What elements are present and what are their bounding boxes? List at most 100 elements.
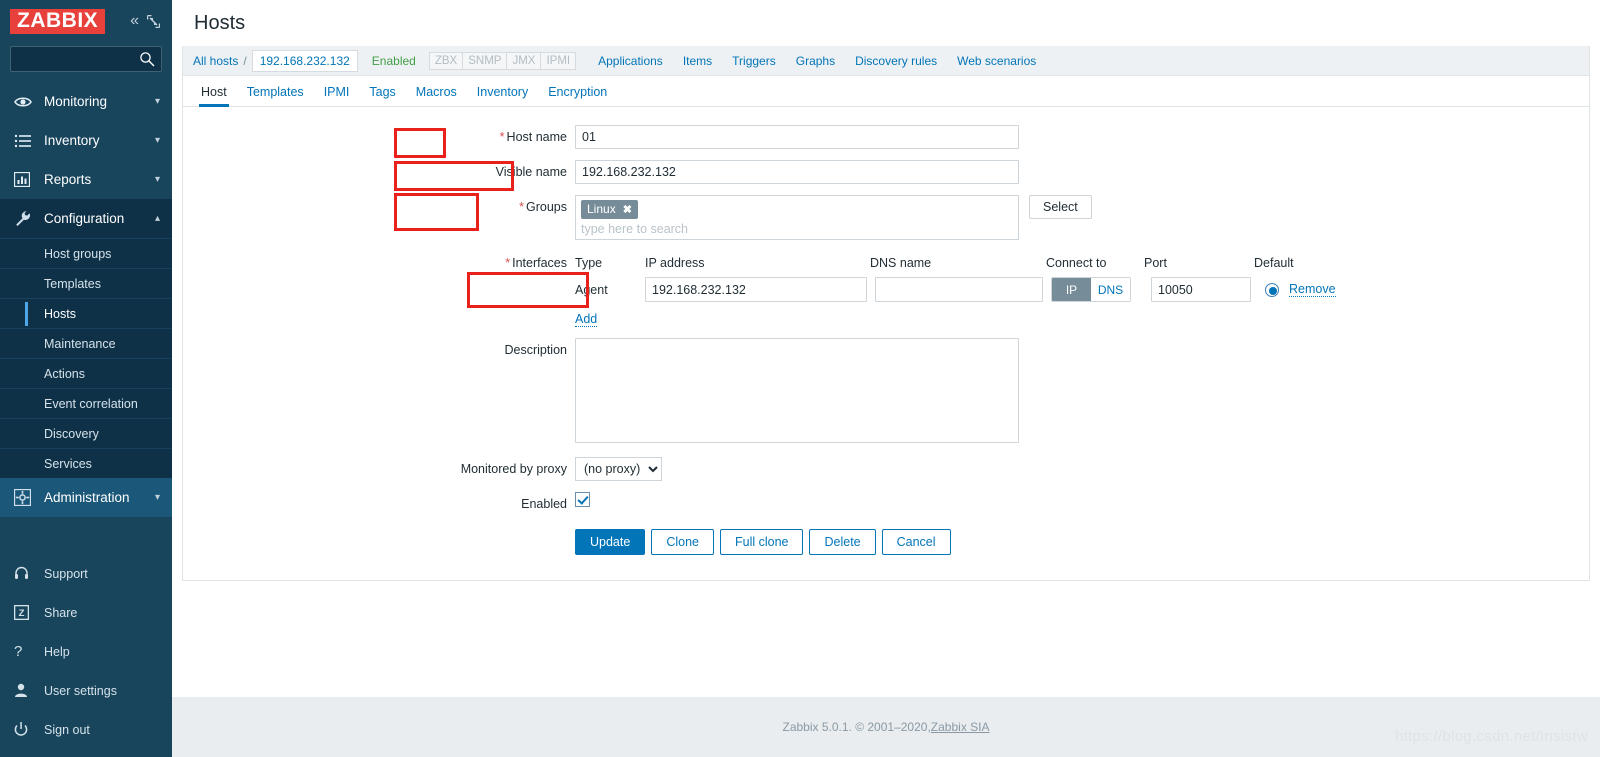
tab-templates[interactable]: Templates	[237, 80, 314, 106]
field-row-monitored-by-proxy: Monitored by proxy (no proxy)	[183, 457, 1589, 481]
host-status-badge[interactable]: Enabled	[372, 54, 416, 68]
required-marker: *	[505, 256, 511, 270]
sidebar-item-help[interactable]: ? Help	[0, 632, 172, 671]
sidebar-item-actions[interactable]: Actions	[0, 358, 172, 388]
connect-to-option-dns[interactable]: DNS	[1091, 278, 1130, 301]
tab-host[interactable]: Host	[191, 80, 237, 107]
search-box[interactable]	[10, 46, 162, 72]
breadcrumb-separator: /	[243, 53, 247, 68]
sidebar-item-maintenance[interactable]: Maintenance	[0, 328, 172, 358]
field-row-description: Description	[183, 338, 1589, 446]
description-textarea[interactable]	[575, 338, 1019, 443]
groups-multiselect[interactable]: Linux ✖ type here to search	[575, 195, 1019, 240]
sidebar-bottom-menu: Support Z Share ? Help User settings Sig…	[0, 554, 172, 749]
enabled-checkbox[interactable]	[575, 492, 590, 507]
sidebar-item-inventory[interactable]: Inventory ▾	[0, 121, 172, 160]
tab-inventory[interactable]: Inventory	[467, 80, 538, 106]
protocol-badge-jmx: JMX	[506, 51, 542, 70]
interface-port-input[interactable]	[1151, 277, 1251, 302]
compact-view-icon[interactable]	[147, 14, 160, 28]
tab-tags[interactable]: Tags	[359, 80, 405, 106]
sidebar-item-sign-out[interactable]: Sign out	[0, 710, 172, 749]
sidebar-item-services[interactable]: Services	[0, 448, 172, 478]
chevron-down-icon: ▾	[154, 96, 160, 107]
interface-dns-input[interactable]	[875, 277, 1043, 302]
nav-link-items[interactable]: Items	[683, 54, 712, 68]
sidebar-item-event-correlation[interactable]: Event correlation	[0, 388, 172, 418]
default-interface-radio[interactable]	[1265, 282, 1279, 297]
enabled-label: Enabled	[521, 497, 567, 511]
sidebar-item-administration[interactable]: Administration ▾	[0, 478, 172, 517]
cancel-button[interactable]: Cancel	[881, 529, 951, 555]
field-row-visible-name: Visible name	[183, 160, 1589, 184]
chevron-double-left-icon[interactable]: «	[130, 13, 139, 29]
sidebar-subitem-label: Maintenance	[44, 336, 116, 351]
page-footer: Zabbix 5.0.1. © 2001–2020, Zabbix SIA	[172, 697, 1600, 757]
sidebar-item-templates[interactable]: Templates	[0, 268, 172, 298]
group-chip-linux[interactable]: Linux ✖	[581, 200, 638, 219]
connect-to-toggle[interactable]: IP DNS	[1051, 277, 1131, 302]
sidebar-item-discovery[interactable]: Discovery	[0, 418, 172, 448]
nav-link-web-scenarios[interactable]: Web scenarios	[957, 54, 1036, 68]
add-interface-link[interactable]: Add	[575, 312, 598, 327]
clone-button[interactable]: Clone	[651, 529, 714, 555]
main-content: Hosts All hosts / 192.168.232.132 Enable…	[172, 0, 1600, 757]
connect-to-option-ip[interactable]: IP	[1052, 278, 1091, 301]
actions-spacer	[183, 525, 575, 530]
groups-placeholder: type here to search	[581, 222, 689, 236]
interface-ip-input[interactable]	[645, 277, 867, 302]
field-row-groups: * Groups Linux ✖ type here to search Sele…	[183, 195, 1589, 240]
user-icon	[14, 683, 36, 698]
nav-link-applications[interactable]: Applications	[598, 54, 663, 68]
interface-dns-cell	[875, 277, 1043, 302]
chevron-down-icon: ▾	[154, 492, 160, 503]
tab-macros[interactable]: Macros	[406, 80, 467, 106]
col-header-type: Type	[575, 256, 603, 270]
tab-encryption[interactable]: Encryption	[538, 80, 617, 106]
nav-link-discovery-rules[interactable]: Discovery rules	[855, 54, 937, 68]
host-config-card: All hosts / 192.168.232.132 Enabled ZBX …	[182, 46, 1590, 581]
zabbix-logo[interactable]: ZABBIX	[10, 8, 106, 34]
delete-button[interactable]: Delete	[809, 529, 876, 555]
tab-label: Tags	[369, 85, 396, 99]
update-button[interactable]: Update	[575, 529, 646, 555]
page-title: Hosts	[194, 12, 246, 34]
visible-name-control	[575, 160, 1589, 184]
tab-label: Macros	[415, 85, 457, 99]
remove-interface-link[interactable]: Remove	[1289, 282, 1336, 297]
footer-link-zabbix-sia[interactable]: Zabbix SIA	[931, 720, 990, 734]
sidebar-item-monitoring[interactable]: Monitoring ▾	[0, 82, 172, 121]
sidebar: ZABBIX « Monitoring ▾ Inventory ▾ Report…	[0, 0, 172, 757]
headset-icon	[14, 566, 36, 581]
sidebar-subitem-label: Discovery	[44, 426, 99, 441]
sidebar-item-share[interactable]: Z Share	[0, 593, 172, 632]
nav-link-graphs[interactable]: Graphs	[796, 54, 835, 68]
close-icon[interactable]: ✖	[623, 203, 632, 216]
sidebar-item-host-groups[interactable]: Host groups	[0, 238, 172, 268]
breadcrumb-all-hosts[interactable]: All hosts	[193, 54, 238, 68]
watermark: https://blog.csdn.net/Insistw	[1395, 728, 1588, 745]
sidebar-item-support[interactable]: Support	[0, 554, 172, 593]
groups-select-button[interactable]: Select	[1029, 195, 1092, 219]
sidebar-controls: «	[130, 13, 164, 29]
protocol-badge-snmp: SNMP	[462, 51, 508, 70]
host-name-input[interactable]	[575, 125, 1019, 149]
sidebar-subitem-label: Actions	[44, 366, 85, 381]
sidebar-item-reports[interactable]: Reports ▾	[0, 160, 172, 199]
full-clone-button[interactable]: Full clone	[719, 529, 804, 555]
sidebar-item-hosts[interactable]: Hosts	[0, 298, 172, 328]
monitored-by-proxy-select[interactable]: (no proxy)	[575, 457, 662, 481]
breadcrumb-current-host[interactable]: 192.168.232.132	[251, 49, 358, 72]
sidebar-item-configuration[interactable]: Configuration ▴	[0, 199, 172, 238]
visible-name-input[interactable]	[575, 160, 1019, 184]
sidebar-group-administration: Administration ▾	[0, 478, 172, 517]
tab-bar: Host Templates IPMI Tags Macros Inventor…	[183, 76, 1589, 107]
bar-chart-icon	[14, 172, 36, 187]
tab-ipmi[interactable]: IPMI	[314, 80, 360, 106]
nav-link-triggers[interactable]: Triggers	[732, 54, 776, 68]
sidebar-item-user-settings[interactable]: User settings	[0, 671, 172, 710]
interface-row: Agent IP DNS	[575, 277, 1589, 302]
sidebar-group-monitoring: Monitoring ▾	[0, 82, 172, 121]
sidebar-bottom-label: Share	[44, 605, 78, 620]
interface-port-cell	[1151, 277, 1251, 302]
